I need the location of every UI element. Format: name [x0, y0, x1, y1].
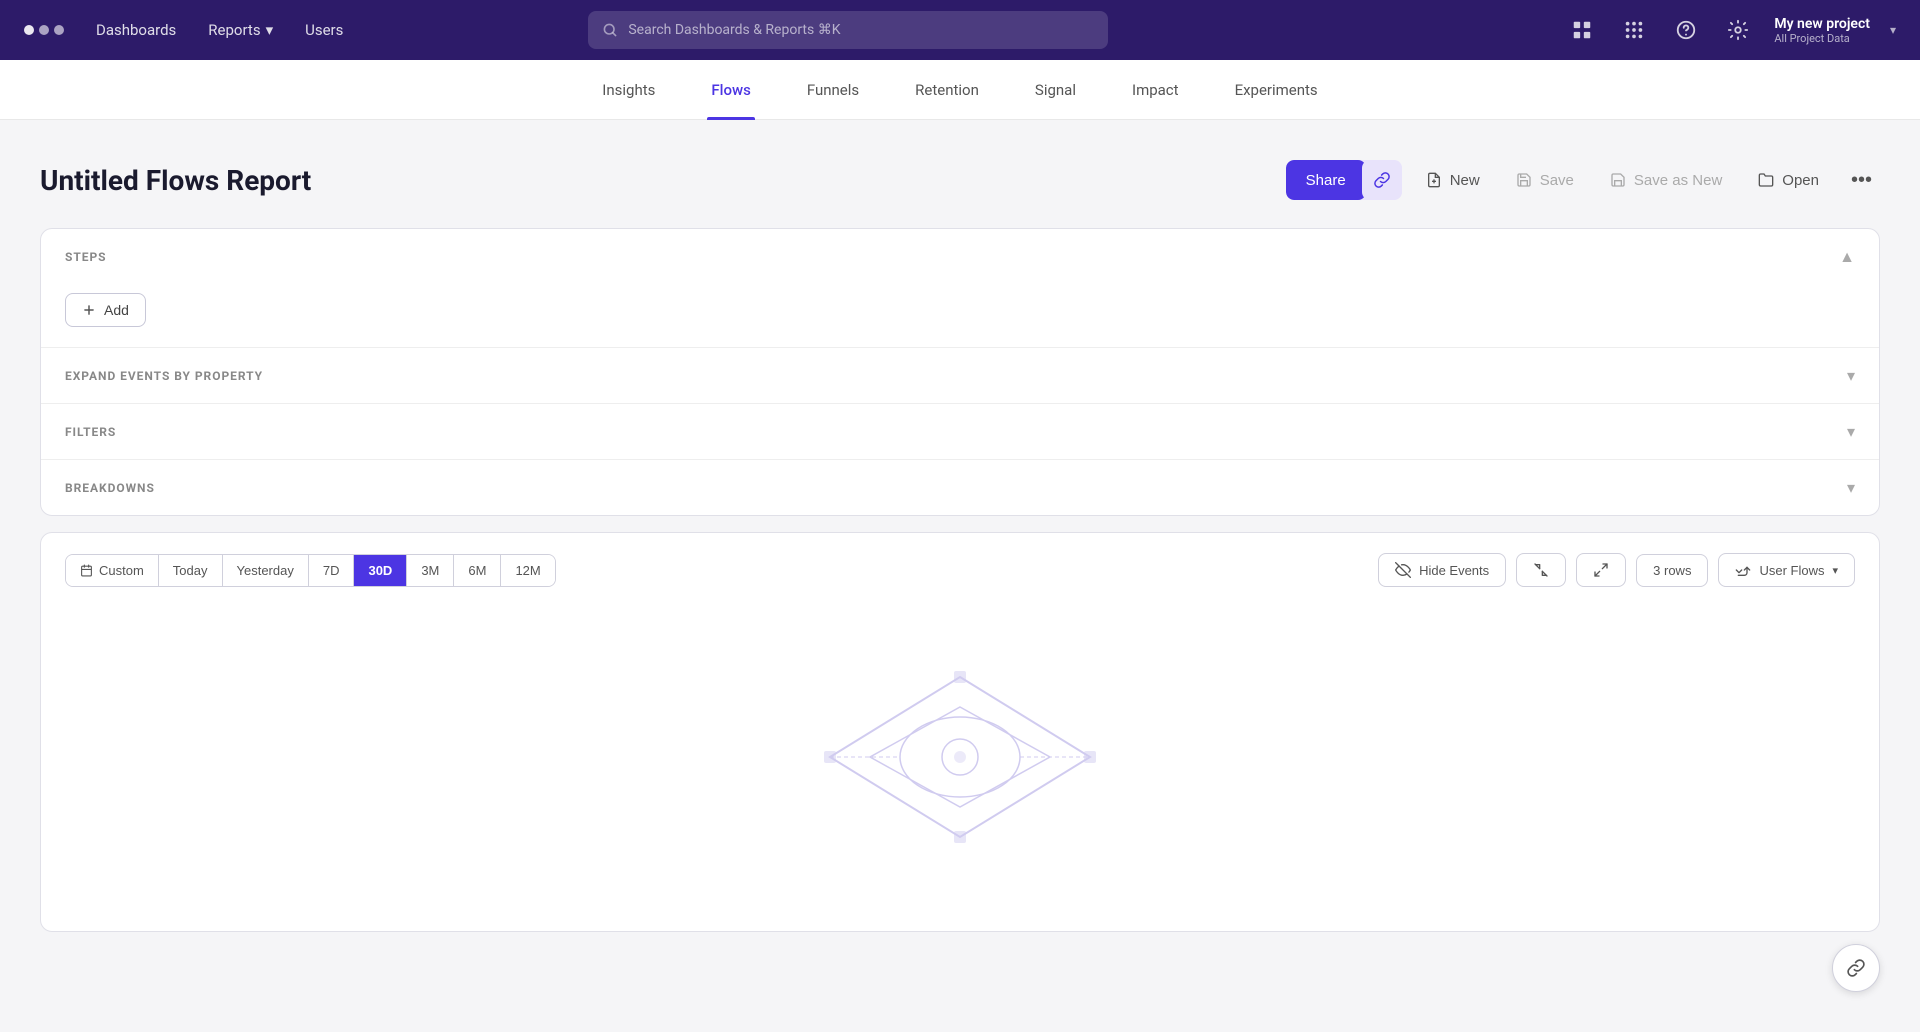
- steps-body: Add: [41, 285, 1879, 347]
- save-button[interactable]: Save: [1504, 164, 1586, 197]
- hide-events-button[interactable]: Hide Events: [1378, 553, 1506, 587]
- date-today-btn[interactable]: Today: [159, 555, 223, 586]
- steps-chevron-icon: ▲: [1839, 247, 1855, 267]
- tab-experiments[interactable]: Experiments: [1231, 60, 1322, 120]
- main-content: Untitled Flows Report Share: [0, 120, 1920, 932]
- analytics-icon-btn[interactable]: [1566, 14, 1598, 46]
- expand-arrows-button[interactable]: [1576, 553, 1626, 587]
- bottom-toolbar: Custom Today Yesterday 7D 30D 3M: [65, 553, 1855, 587]
- add-step-button[interactable]: Add: [65, 293, 146, 327]
- more-dots-icon: •••: [1851, 169, 1872, 191]
- top-nav: Dashboards Reports ▾ Users Search Dashbo…: [0, 0, 1920, 60]
- open-button[interactable]: Open: [1746, 164, 1831, 197]
- share-link-button[interactable]: [1362, 160, 1402, 200]
- nav-dashboards[interactable]: Dashboards: [96, 21, 176, 39]
- nav-logo-dots: [24, 25, 64, 35]
- tab-signal[interactable]: Signal: [1031, 60, 1080, 120]
- save-icon: [1516, 172, 1532, 188]
- date-custom-btn[interactable]: Custom: [66, 555, 159, 586]
- open-folder-icon: [1758, 172, 1774, 188]
- user-flows-icon: [1735, 562, 1751, 578]
- filters-label: FILTERS: [65, 425, 116, 439]
- search-placeholder: Search Dashboards & Reports ⌘K: [628, 22, 840, 38]
- steps-section-header[interactable]: STEPS ▲: [41, 229, 1879, 285]
- date-6m-btn[interactable]: 6M: [454, 555, 501, 586]
- report-header: Untitled Flows Report Share: [40, 160, 1880, 200]
- date-yesterday-btn[interactable]: Yesterday: [223, 555, 309, 586]
- nav-right-section: My new project All Project Data ▾: [1566, 14, 1896, 46]
- grid-icon-btn[interactable]: [1618, 14, 1650, 46]
- tab-insights[interactable]: Insights: [598, 60, 659, 120]
- date-7d-btn[interactable]: 7D: [309, 555, 355, 586]
- config-panel: STEPS ▲ Add EXPAND EVENTS BY PROPERTY ▾: [40, 228, 1880, 516]
- tab-bar: Insights Flows Funnels Retention Signal …: [0, 60, 1920, 120]
- tab-retention[interactable]: Retention: [911, 60, 983, 120]
- tab-impact[interactable]: Impact: [1128, 60, 1183, 120]
- new-button[interactable]: New: [1414, 164, 1492, 197]
- link-icon: [1373, 171, 1391, 189]
- project-info[interactable]: My new project All Project Data: [1774, 16, 1870, 45]
- plus-icon: [82, 303, 96, 317]
- nav-users[interactable]: Users: [305, 21, 343, 39]
- new-doc-icon: [1426, 172, 1442, 188]
- nav-dot-2: [39, 25, 49, 35]
- steps-label: STEPS: [65, 250, 107, 264]
- breakdowns-chevron-icon: ▾: [1847, 478, 1855, 497]
- nav-reports-chevron: ▾: [266, 21, 274, 39]
- tab-flows[interactable]: Flows: [707, 60, 754, 120]
- empty-state: [65, 607, 1855, 907]
- save-as-new-icon: [1610, 172, 1626, 188]
- help-icon-btn[interactable]: [1670, 14, 1702, 46]
- arrows-out-icon: [1593, 562, 1609, 578]
- nav-dot-1: [24, 25, 34, 35]
- grid-icon: [1623, 19, 1645, 41]
- empty-state-illustration: [800, 647, 1120, 867]
- help-icon: [1675, 19, 1697, 41]
- project-chevron: ▾: [1890, 23, 1896, 37]
- tab-funnels[interactable]: Funnels: [803, 60, 863, 120]
- steps-section: STEPS ▲ Add: [41, 229, 1879, 348]
- arrows-in-icon: [1533, 562, 1549, 578]
- breakdowns-label: BREAKDOWNS: [65, 481, 155, 495]
- nav-reports[interactable]: Reports ▾: [208, 21, 273, 39]
- collapse-arrows-button[interactable]: [1516, 553, 1566, 587]
- results-panel: Custom Today Yesterday 7D 30D 3M: [40, 532, 1880, 932]
- analytics-icon: [1571, 19, 1593, 41]
- rows-button[interactable]: 3 rows: [1636, 554, 1708, 587]
- expand-chevron-icon: ▾: [1847, 366, 1855, 385]
- floating-link-icon: [1846, 958, 1866, 978]
- date-30d-btn[interactable]: 30D: [354, 555, 407, 586]
- floating-link-button[interactable]: [1832, 944, 1880, 992]
- expand-section-header[interactable]: EXPAND EVENTS BY PROPERTY ▾: [41, 348, 1879, 403]
- search-icon: [602, 22, 618, 38]
- search-bar[interactable]: Search Dashboards & Reports ⌘K: [588, 11, 1108, 49]
- date-3m-btn[interactable]: 3M: [407, 555, 454, 586]
- report-title: Untitled Flows Report: [40, 164, 1286, 197]
- more-options-button[interactable]: •••: [1843, 161, 1880, 200]
- breakdowns-section-header[interactable]: BREAKDOWNS ▾: [41, 460, 1879, 515]
- settings-icon: [1727, 19, 1749, 41]
- header-actions: Share New: [1286, 160, 1880, 200]
- user-flows-button[interactable]: User Flows ▾: [1718, 553, 1855, 587]
- settings-icon-btn[interactable]: [1722, 14, 1754, 46]
- date-12m-btn[interactable]: 12M: [501, 555, 554, 586]
- nav-dot-3: [54, 25, 64, 35]
- breakdowns-section: BREAKDOWNS ▾: [41, 460, 1879, 515]
- expand-section: EXPAND EVENTS BY PROPERTY ▾: [41, 348, 1879, 404]
- date-range-group: Custom Today Yesterday 7D 30D 3M: [65, 554, 556, 587]
- calendar-icon: [80, 564, 93, 577]
- share-group: Share: [1286, 160, 1402, 200]
- filters-section-header[interactable]: FILTERS ▾: [41, 404, 1879, 459]
- user-flows-chevron-icon: ▾: [1832, 564, 1838, 577]
- filters-chevron-icon: ▾: [1847, 422, 1855, 441]
- eye-slash-icon: [1395, 562, 1411, 578]
- share-button[interactable]: Share: [1286, 160, 1366, 200]
- right-toolbar: Hide Events: [1378, 553, 1855, 587]
- filters-section: FILTERS ▾: [41, 404, 1879, 460]
- expand-label: EXPAND EVENTS BY PROPERTY: [65, 369, 263, 383]
- save-as-new-button[interactable]: Save as New: [1598, 164, 1734, 197]
